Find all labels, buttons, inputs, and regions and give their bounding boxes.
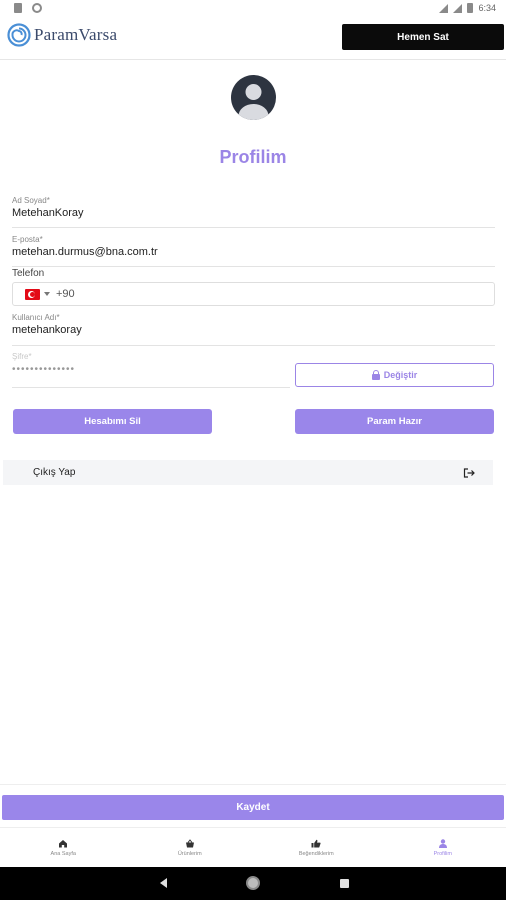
tab-profile[interactable]: Profilim (380, 828, 506, 867)
brand-logo[interactable]: ParamVarsa (7, 23, 117, 47)
username-value[interactable]: metehankoray (12, 324, 495, 336)
phone-input[interactable]: +90 (12, 282, 495, 306)
email-value[interactable]: metehan.durmus@bna.com.tr (12, 246, 495, 258)
status-bar: 6:34 (0, 0, 506, 17)
basket-icon (185, 838, 194, 847)
chevron-down-icon[interactable] (44, 292, 50, 296)
home-icon (59, 839, 68, 847)
tab-home-label: Ana Sayfa (50, 850, 76, 857)
lock-icon (371, 370, 380, 380)
sync-icon (32, 3, 42, 13)
system-nav-bar (0, 867, 506, 900)
user-avatar-icon (238, 84, 269, 120)
username-field[interactable]: Kullanıcı Adı* metehankoray (12, 313, 495, 346)
tab-products-label: Ürünlerim (177, 850, 202, 857)
logout-row[interactable]: Çıkış Yap (3, 460, 493, 485)
divider (0, 784, 506, 785)
change-password-button[interactable]: Değiştir (295, 363, 494, 387)
param-ready-button[interactable]: Param Hazır (295, 409, 494, 434)
recent-apps-icon[interactable] (340, 879, 349, 888)
tab-favorites[interactable]: Beğendiklerim (253, 828, 380, 867)
email-label: E-posta* (12, 235, 43, 244)
back-icon[interactable] (160, 878, 167, 888)
status-time: 6:34 (478, 3, 496, 13)
name-value[interactable]: MetehanKoray (12, 207, 495, 219)
user-icon (438, 838, 447, 848)
battery-icon (467, 3, 474, 13)
brand-swirl-icon (7, 23, 31, 47)
country-code: +90 (56, 288, 75, 300)
sell-now-button[interactable]: Hemen Sat (342, 24, 504, 50)
sim-card-icon (14, 3, 22, 13)
password-value: •••••••••••••• (12, 364, 76, 375)
tab-products[interactable]: Ürünlerim (127, 828, 254, 867)
signal-icon (453, 3, 463, 13)
logout-icon (463, 468, 475, 478)
name-label: Ad Soyad* (12, 196, 50, 205)
thumbs-up-icon (311, 839, 321, 847)
change-password-label: Değiştir (383, 370, 418, 380)
tab-home[interactable]: Ana Sayfa (0, 828, 127, 867)
app-header: ParamVarsa Hemen Sat (0, 17, 506, 60)
home-button-icon[interactable] (246, 876, 260, 890)
page-title: Profilim (219, 147, 287, 167)
tab-profile-label: Profilim (433, 850, 452, 857)
tab-favorites-label: Beğendiklerim (298, 850, 334, 857)
username-label: Kullanıcı Adı* (12, 313, 60, 322)
name-field[interactable]: Ad Soyad* MetehanKoray (12, 196, 495, 228)
delete-account-button[interactable]: Hesabımı Sil (13, 409, 212, 434)
save-button[interactable]: Kaydet (2, 795, 504, 820)
email-field[interactable]: E-posta* metehan.durmus@bna.com.tr (12, 235, 495, 267)
bottom-tab-bar: Ana Sayfa Ürünlerim Beğendiklerim Profil… (0, 827, 506, 867)
turkey-flag-icon[interactable] (25, 288, 40, 300)
logout-label: Çıkış Yap (33, 467, 76, 478)
password-label: Şifre* (12, 352, 32, 361)
avatar[interactable] (231, 75, 276, 120)
brand-name: ParamVarsa (34, 25, 118, 44)
password-field: Şifre* •••••••••••••• (12, 352, 290, 388)
wifi-icon (439, 3, 449, 13)
phone-label: Telefon (12, 268, 45, 279)
